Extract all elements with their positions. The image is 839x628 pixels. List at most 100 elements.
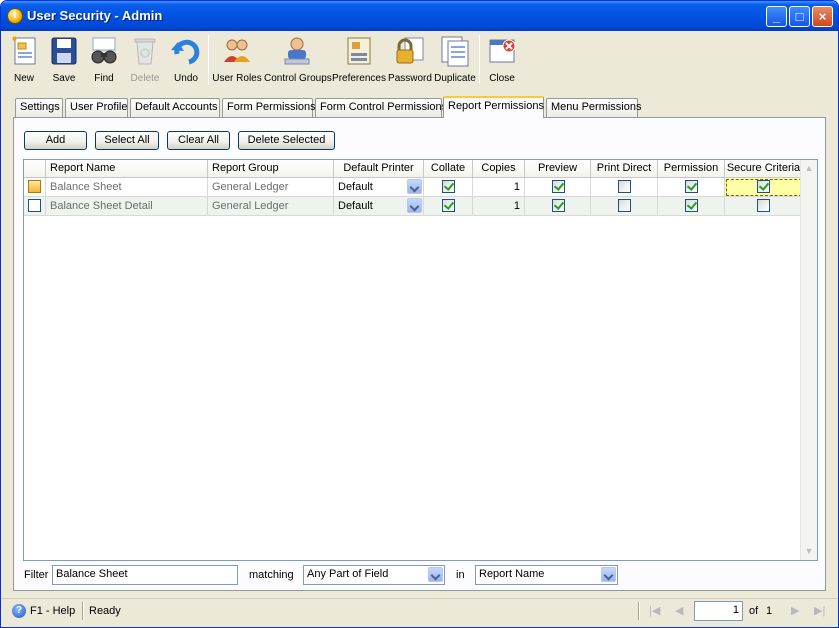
floppy-disk-icon (51, 37, 77, 65)
filter-input[interactable]: Balance Sheet (52, 565, 238, 585)
find-button[interactable]: Find (85, 32, 123, 88)
row-indicator[interactable] (28, 199, 41, 212)
cell-report-name[interactable]: Balance Sheet (46, 178, 208, 197)
column-header-report-name[interactable]: Report Name (46, 160, 208, 178)
user-security-window: i User Security - Admin _ □ × New Save F… (0, 0, 839, 628)
page-number-input[interactable]: 1 (694, 601, 743, 621)
help-icon[interactable]: ? (12, 604, 26, 618)
last-page-icon[interactable]: ▶| (814, 604, 825, 617)
field-select[interactable]: Report Name (475, 565, 618, 585)
cell-print-direct[interactable] (591, 178, 658, 197)
tab-menu-permissions[interactable]: Menu Permissions (546, 98, 641, 117)
cell-copies[interactable]: 1 (473, 197, 525, 216)
grid-header-selector (24, 160, 46, 178)
column-header-permission[interactable]: Permission (658, 160, 725, 178)
password-button[interactable]: Password (388, 32, 432, 88)
close-window-button[interactable]: × (812, 6, 833, 27)
column-header-secure-criteria[interactable]: Secure Criteria (725, 160, 803, 178)
close-button[interactable]: Close (483, 32, 521, 88)
cell-collate[interactable] (424, 197, 473, 216)
row-indicator-current[interactable] (28, 180, 41, 193)
table-row[interactable] (24, 178, 46, 197)
undo-button[interactable]: Undo (167, 32, 205, 88)
save-button[interactable]: Save (45, 32, 83, 88)
new-button[interactable]: New (5, 32, 43, 88)
secure-criteria-checkbox[interactable] (757, 180, 770, 193)
permission-checkbox[interactable] (685, 199, 698, 212)
scroll-up-icon[interactable]: ▲ (803, 162, 815, 174)
preferences-button[interactable]: Preferences (332, 32, 386, 88)
status-text: Ready (89, 605, 121, 617)
print-direct-checkbox[interactable] (618, 199, 631, 212)
status-separator (638, 602, 640, 620)
collate-checkbox[interactable] (442, 199, 455, 212)
column-header-copies[interactable]: Copies (473, 160, 525, 178)
collate-checkbox[interactable] (442, 180, 455, 193)
tab-form-permissions[interactable]: Form Permissions (222, 98, 316, 117)
delete-selected-button[interactable]: Delete Selected (238, 131, 335, 150)
clear-all-button[interactable]: Clear All (167, 131, 230, 150)
preview-checkbox[interactable] (552, 199, 565, 212)
toolbar-separator (208, 35, 209, 85)
cell-preview[interactable] (525, 178, 591, 197)
control-groups-icon (284, 37, 310, 65)
tab-default-accounts[interactable]: Default Accounts (130, 98, 220, 117)
cell-default-printer[interactable]: Default (334, 178, 424, 197)
cell-permission[interactable] (658, 178, 725, 197)
help-label[interactable]: F1 - Help (30, 605, 75, 617)
secure-criteria-checkbox[interactable] (757, 199, 770, 212)
duplicate-button[interactable]: Duplicate (434, 32, 476, 88)
print-direct-checkbox[interactable] (618, 180, 631, 193)
cell-secure-criteria[interactable] (725, 197, 803, 216)
column-header-preview[interactable]: Preview (525, 160, 591, 178)
column-header-collate[interactable]: Collate (424, 160, 473, 178)
first-page-icon[interactable]: |◀ (649, 604, 660, 617)
permission-checkbox[interactable] (685, 180, 698, 193)
column-header-default-printer[interactable]: Default Printer (334, 160, 424, 178)
cell-report-group[interactable]: General Ledger (208, 178, 334, 197)
cell-preview[interactable] (525, 197, 591, 216)
chevron-down-icon[interactable] (601, 567, 616, 582)
report-permissions-panel: Add Select All Clear All Delete Selected… (13, 117, 826, 591)
title-bar[interactable]: i User Security - Admin _ □ × (1, 1, 838, 31)
control-groups-button[interactable]: Control Groups (264, 32, 332, 88)
table-row[interactable] (24, 197, 46, 216)
total-pages: 1 (766, 605, 773, 617)
select-all-button[interactable]: Select All (95, 131, 159, 150)
column-header-print-direct[interactable]: Print Direct (591, 160, 658, 178)
preferences-label: Preferences (332, 73, 386, 84)
chevron-down-icon[interactable] (407, 179, 422, 194)
tab-user-profile[interactable]: User Profile (65, 98, 128, 117)
previous-page-icon[interactable]: ◀ (675, 604, 683, 617)
find-label: Find (94, 73, 114, 84)
matching-select[interactable]: Any Part of Field (303, 565, 445, 585)
chevron-down-icon[interactable] (407, 198, 422, 213)
preview-checkbox[interactable] (552, 180, 565, 193)
cell-permission[interactable] (658, 197, 725, 216)
cell-secure-criteria[interactable] (725, 178, 803, 197)
cell-collate[interactable] (424, 178, 473, 197)
cell-report-group[interactable]: General Ledger (208, 197, 334, 216)
status-separator (82, 602, 84, 620)
column-header-report-group[interactable]: Report Group (208, 160, 334, 178)
tab-settings[interactable]: Settings (15, 98, 63, 117)
tab-form-control-permissions[interactable]: Form Control Permissions (315, 98, 447, 117)
grid-vertical-scrollbar[interactable]: ▲ ▼ (800, 160, 817, 560)
app-icon: i (7, 8, 23, 24)
filter-bar: Filter Balance Sheet matching Any Part o… (23, 564, 818, 586)
cell-print-direct[interactable] (591, 197, 658, 216)
user-roles-button[interactable]: User Roles (212, 32, 262, 88)
tab-strip: Settings User Profile Default Accounts F… (15, 96, 825, 118)
cell-copies[interactable]: 1 (473, 178, 525, 197)
scroll-down-icon[interactable]: ▼ (803, 545, 815, 557)
next-page-icon[interactable]: ▶ (791, 604, 799, 617)
minimize-button[interactable]: _ (766, 6, 787, 27)
add-button[interactable]: Add (24, 131, 87, 150)
cell-report-name[interactable]: Balance Sheet Detail (46, 197, 208, 216)
matching-select-value: Any Part of Field (307, 568, 389, 580)
cell-default-printer[interactable]: Default (334, 197, 424, 216)
delete-button[interactable]: Delete (125, 32, 165, 88)
chevron-down-icon[interactable] (428, 567, 443, 582)
tab-report-permissions[interactable]: Report Permissions (443, 96, 544, 118)
maximize-button[interactable]: □ (789, 6, 810, 27)
